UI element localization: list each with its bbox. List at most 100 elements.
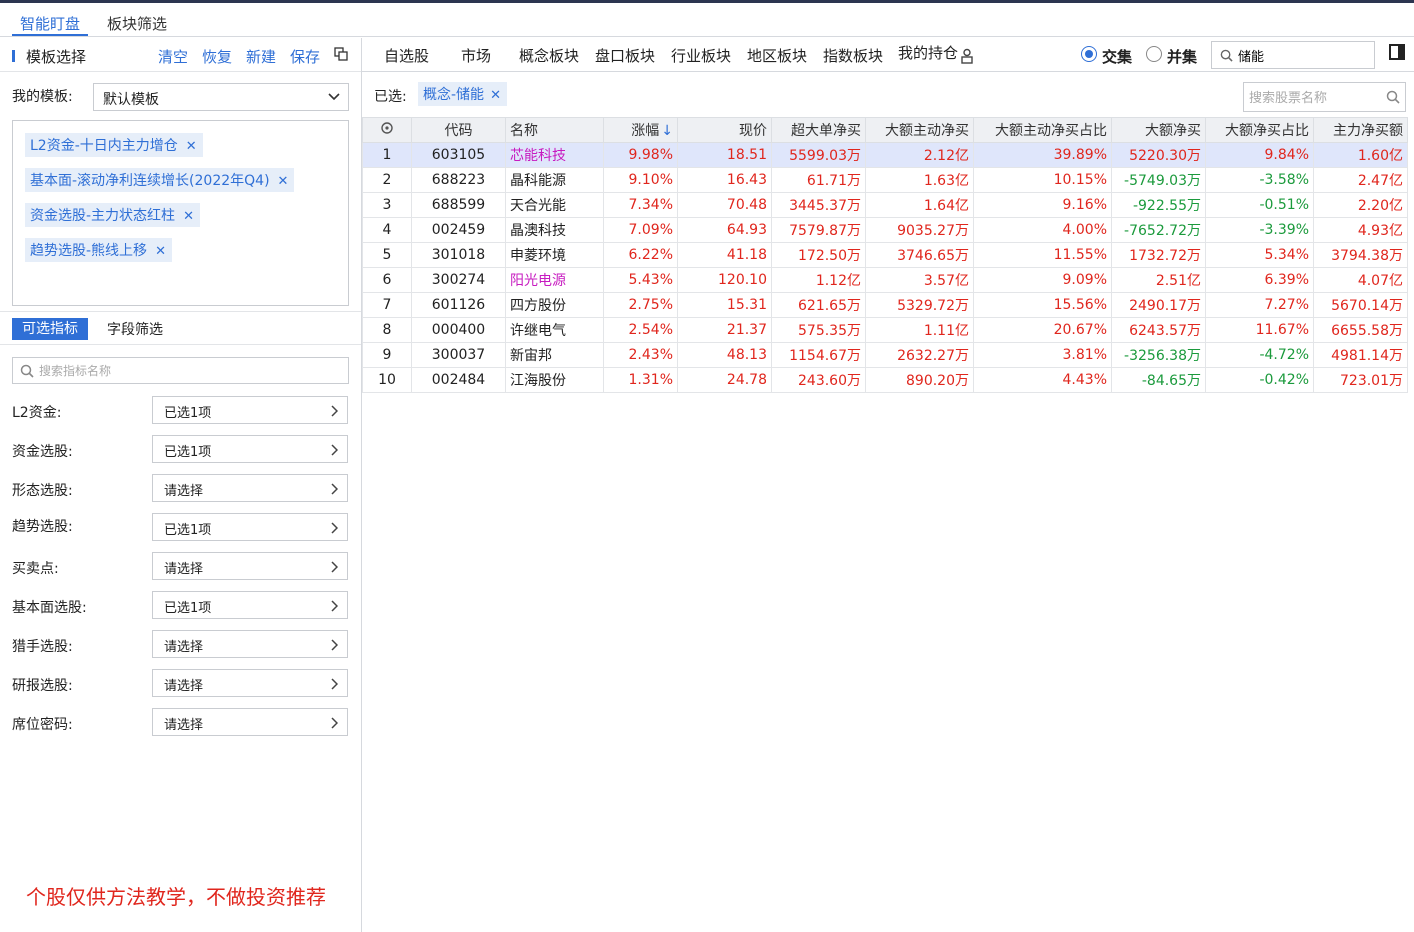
change-pct: 2.75% <box>603 292 678 318</box>
price: 41.18 <box>677 242 772 268</box>
super-large-net: 61.71万 <box>771 167 866 193</box>
super-large-net: 7579.87万 <box>771 217 866 243</box>
nav-market[interactable]: 市场 <box>461 45 491 66</box>
main-net: 3794.38万 <box>1313 242 1408 268</box>
super-large-net: 621.65万 <box>771 292 866 318</box>
filter-select[interactable]: 请选择 <box>152 474 348 502</box>
tab-available-indicators[interactable]: 可选指标 <box>12 318 88 340</box>
filter-select[interactable]: 请选择 <box>152 630 348 658</box>
change-pct: 9.98% <box>603 142 678 168</box>
filter-select[interactable]: 请选择 <box>152 708 348 736</box>
stock-code: 300274 <box>411 267 506 293</box>
filter-value: 请选择 <box>164 679 204 694</box>
col-header-large-active-net[interactable]: 大额主动净买 <box>865 117 974 143</box>
indicator-search-input[interactable] <box>39 361 339 381</box>
nav-concept-sector[interactable]: 概念板块 <box>519 45 579 66</box>
search-icon[interactable] <box>1386 90 1400 104</box>
col-header-price[interactable]: 现价 <box>677 117 772 143</box>
remove-tag-icon[interactable]: ✕ <box>183 209 194 224</box>
nav-handicap-sector[interactable]: 盘口板块 <box>595 45 655 66</box>
search-icon <box>20 364 34 378</box>
table-row[interactable]: 8 000400 许继电气 2.54% 21.37 575.35万 1.11亿 20.67% 6… <box>362 317 1408 343</box>
nav-my-holdings[interactable]: 我的持仓 <box>898 42 958 63</box>
filter-select[interactable]: 已选1项 <box>152 396 348 424</box>
large-net: 2.51亿 <box>1111 267 1206 293</box>
nav-index-sector[interactable]: 指数板块 <box>823 45 883 66</box>
new-button[interactable]: 新建 <box>246 46 276 67</box>
filter-row-research: 研报选股: 请选择 <box>12 669 349 697</box>
panel-toggle-icon[interactable] <box>1389 44 1405 60</box>
change-pct: 5.43% <box>603 267 678 293</box>
nav-industry-sector[interactable]: 行业板块 <box>671 45 731 66</box>
radio-union[interactable] <box>1146 46 1162 62</box>
large-active-net: 5329.72万 <box>865 292 974 318</box>
table-row[interactable]: 7 601126 四方股份 2.75% 15.31 621.65万 5329.72万 15.5… <box>362 292 1408 318</box>
table-row[interactable]: 6 300274 阳光电源 5.43% 120.10 1.12亿 3.57亿 9.09% 2.5… <box>362 267 1408 293</box>
indicator-subtabs: 可选指标 字段筛选 <box>0 311 361 345</box>
col-header-large-active-net-ratio[interactable]: 大额主动净买占比 <box>973 117 1112 143</box>
table-row[interactable]: 5 301018 申菱环境 6.22% 41.18 172.50万 3746.65万 11.5… <box>362 242 1408 268</box>
selected-sector-label: 概念-储能 <box>423 87 485 103</box>
filter-select[interactable]: 已选1项 <box>152 435 348 463</box>
filter-select[interactable]: 已选1项 <box>152 591 348 619</box>
filter-select[interactable]: 请选择 <box>152 669 348 697</box>
restore-button[interactable]: 恢复 <box>202 46 232 67</box>
col-header-large-net[interactable]: 大额净买 <box>1111 117 1206 143</box>
condition-tag-label: 趋势选股-熊线上移 <box>30 243 148 259</box>
settings-icon[interactable] <box>380 121 394 135</box>
remove-tag-icon[interactable]: ✕ <box>490 88 501 103</box>
large-net-ratio: 11.67% <box>1205 317 1314 343</box>
stock-code: 601126 <box>411 292 506 318</box>
stock-code: 300037 <box>411 342 506 368</box>
col-header-code[interactable]: 代码 <box>411 117 506 143</box>
remove-tag-icon[interactable]: ✕ <box>155 244 166 259</box>
tab-smart-watch[interactable]: 智能盯盘 <box>20 13 80 34</box>
chevron-right-icon <box>331 522 338 534</box>
table-row[interactable]: 3 688599 天合光能 7.34% 70.48 3445.37万 1.64亿 9.16% -… <box>362 192 1408 218</box>
large-net: -922.55万 <box>1111 192 1206 218</box>
stock-search-input[interactable] <box>1249 89 1384 107</box>
large-net-ratio: 9.84% <box>1205 142 1314 168</box>
col-header-name[interactable]: 名称 <box>505 117 604 143</box>
col-header-change[interactable]: 涨幅 ↓ <box>603 117 678 143</box>
column-settings[interactable] <box>362 117 412 143</box>
radio-intersect[interactable] <box>1081 46 1097 62</box>
save-button[interactable]: 保存 <box>290 46 320 67</box>
table-row[interactable]: 9 300037 新宙邦 2.43% 48.13 1154.67万 2632.27万 3.81… <box>362 342 1408 368</box>
remove-tag-icon[interactable]: ✕ <box>278 174 289 189</box>
remove-tag-icon[interactable]: ✕ <box>186 139 197 154</box>
tab-sector-filter[interactable]: 板块筛选 <box>107 13 167 34</box>
table-row[interactable]: 2 688223 晶科能源 9.10% 16.43 61.71万 1.63亿 10.15% -5… <box>362 167 1408 193</box>
stock-search <box>1243 82 1406 112</box>
sector-search-input[interactable] <box>1238 46 1368 64</box>
copy-icon[interactable] <box>334 47 348 61</box>
main-net: 723.01万 <box>1313 367 1408 393</box>
col-header-main-net[interactable]: 主力净买额 <box>1313 117 1408 143</box>
selected-sector-tag: 概念-储能 ✕ <box>418 82 507 106</box>
nav-watchlist[interactable]: 自选股 <box>384 45 429 66</box>
row-index: 2 <box>362 167 412 193</box>
clear-button[interactable]: 清空 <box>158 46 188 67</box>
large-active-net: 1.11亿 <box>865 317 974 343</box>
main-net: 6655.58万 <box>1313 317 1408 343</box>
table-row[interactable]: 10 002484 江海股份 1.31% 24.78 243.60万 890.20万 4.43… <box>362 367 1408 393</box>
row-index: 4 <box>362 217 412 243</box>
table-row[interactable]: 1 603105 芯能科技 9.98% 18.51 5599.03万 2.12亿 39.89%… <box>362 142 1408 168</box>
stock-code: 603105 <box>411 142 506 168</box>
header-marker <box>12 50 15 62</box>
template-select[interactable]: 默认模板 <box>93 83 349 111</box>
col-header-large-net-ratio[interactable]: 大额净买占比 <box>1205 117 1314 143</box>
col-header-super-large-net[interactable]: 超大单净买 <box>771 117 866 143</box>
large-net: 6243.57万 <box>1111 317 1206 343</box>
col-header-change-label: 涨幅 <box>631 123 660 139</box>
tab-field-filter[interactable]: 字段筛选 <box>107 319 163 339</box>
row-index: 10 <box>362 367 412 393</box>
nav-region-sector[interactable]: 地区板块 <box>747 45 807 66</box>
filter-select[interactable]: 请选择 <box>152 552 348 580</box>
filter-value: 已选1项 <box>164 445 212 460</box>
filter-select[interactable]: 已选1项 <box>152 513 348 541</box>
table-row[interactable]: 4 002459 晶澳科技 7.09% 64.93 7579.87万 9035.27万 4.0… <box>362 217 1408 243</box>
large-active-net: 3746.65万 <box>865 242 974 268</box>
stock-name: 芯能科技 <box>505 142 604 168</box>
radio-intersect-label: 交集 <box>1102 48 1133 66</box>
